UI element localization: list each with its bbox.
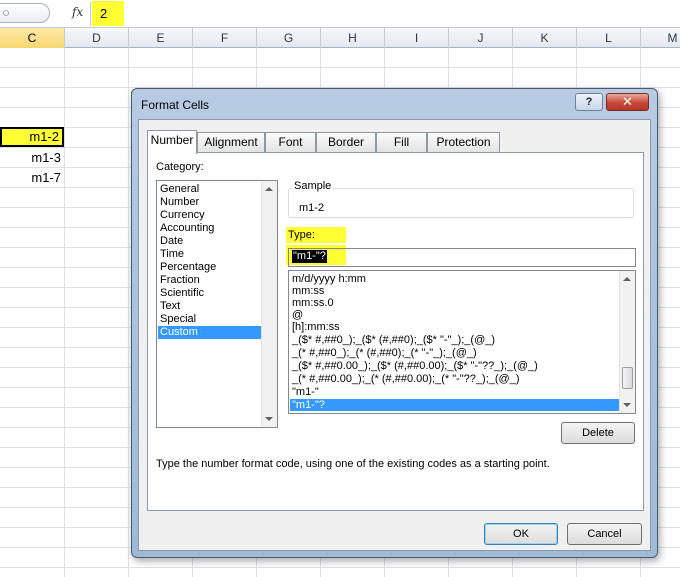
format-code-item[interactable]: _(* #,##0.00_);_(* (#,##0.00);_(* "-"??_… (290, 373, 619, 385)
tab-protection[interactable]: Protection (427, 132, 500, 152)
category-item[interactable]: Special (158, 313, 261, 326)
column-header-f[interactable]: F (193, 28, 257, 48)
sample-value: m1-2 (299, 202, 325, 214)
column-header-e[interactable]: E (129, 28, 193, 48)
ok-button[interactable]: OK (484, 523, 558, 545)
scroll-thumb[interactable] (622, 367, 633, 389)
delete-button[interactable]: Delete (561, 422, 635, 444)
format-code-item[interactable]: [h]:mm:ss (290, 321, 619, 333)
grid-line (0, 67, 680, 68)
formula-input[interactable]: 2 (92, 1, 124, 26)
formula-bar: fx 2 (0, 0, 680, 28)
cell-c[interactable]: m1-3 (0, 148, 64, 168)
column-header-j[interactable]: J (449, 28, 513, 48)
tab-number[interactable]: Number (147, 130, 197, 154)
category-item[interactable]: Time (158, 248, 261, 261)
scroll-down-icon[interactable] (265, 417, 273, 421)
category-item[interactable]: Scientific (158, 287, 261, 300)
type-input[interactable] (288, 248, 636, 267)
tab-fill[interactable]: Fill (376, 132, 427, 152)
dialog-body: Number Alignment Font Border Fill Protec… (138, 119, 651, 551)
cell-c-active[interactable]: m1-2 (0, 127, 64, 147)
format-code-item[interactable]: _($* #,##0.00_);_($* (#,##0.00);_($* "-"… (290, 360, 619, 372)
format-cells-dialog: Format Cells ? ✕ Number Alignment Font B… (131, 88, 658, 558)
format-code-item[interactable]: "m1-" (290, 386, 619, 398)
column-headers: C D E F G H I J K L M (0, 28, 680, 48)
format-code-item[interactable]: mm:ss.0 (290, 297, 619, 309)
column-header-i[interactable]: I (385, 28, 449, 48)
category-item[interactable]: Fraction (158, 274, 261, 287)
category-item[interactable]: Text (158, 300, 261, 313)
column-header-m[interactable]: M (641, 28, 680, 48)
category-item[interactable]: Date (158, 235, 261, 248)
column-header-d[interactable]: D (65, 28, 129, 48)
column-header-k[interactable]: K (513, 28, 577, 48)
tab-alignment[interactable]: Alignment (197, 132, 265, 152)
category-scrollbar[interactable] (261, 181, 277, 427)
name-box[interactable] (0, 3, 50, 23)
cancel-button[interactable]: Cancel (567, 523, 642, 545)
cell-c[interactable]: m1-7 (0, 168, 64, 188)
hint-text: Type the number format code, using one o… (156, 458, 550, 470)
help-button[interactable]: ? (575, 93, 603, 111)
column-header-l[interactable]: L (577, 28, 641, 48)
column-header-c[interactable]: C (0, 28, 65, 48)
category-item[interactable]: General (158, 183, 261, 196)
tab-border[interactable]: Border (316, 132, 376, 152)
format-code-item-selected[interactable]: "m1-"? (290, 399, 619, 411)
category-item[interactable]: Currency (158, 209, 261, 222)
category-label: Category: (156, 161, 204, 173)
scroll-up-icon[interactable] (623, 277, 631, 281)
scroll-up-icon[interactable] (265, 187, 273, 191)
category-item[interactable]: Number (158, 196, 261, 209)
category-item[interactable]: Percentage (158, 261, 261, 274)
tab-font[interactable]: Font (265, 132, 316, 152)
format-code-item[interactable]: @ (290, 309, 619, 321)
excel-window: fx 2 C D E F G H I J K L M m1-2 m1-3 m1-… (0, 0, 680, 577)
category-item-selected[interactable]: Custom (158, 326, 261, 339)
scroll-down-icon[interactable] (623, 403, 631, 407)
type-label: Type: (288, 229, 315, 241)
number-tab-panel: Category: General Number Currency Accoun… (147, 152, 644, 511)
dialog-title: Format Cells (141, 98, 210, 112)
formula-bar-divider (90, 2, 91, 26)
format-code-item[interactable]: _(* #,##0_);_(* (#,##0);_(* "-"_);_(@_) (290, 347, 619, 359)
category-list[interactable]: General Number Currency Accounting Date … (156, 180, 278, 428)
format-code-scrollbar[interactable] (619, 271, 635, 413)
column-header-h[interactable]: H (321, 28, 385, 48)
sample-label: Sample (292, 180, 334, 192)
close-button[interactable]: ✕ (606, 93, 649, 111)
type-input-value[interactable]: "m1-"? (292, 250, 327, 263)
format-code-item[interactable]: _($* #,##0_);_($* (#,##0);_($* "-"_);_(@… (290, 334, 619, 346)
category-item[interactable]: Accounting (158, 222, 261, 235)
sample-group (288, 188, 634, 218)
column-header-g[interactable]: G (257, 28, 321, 48)
insert-function-icon[interactable]: fx (72, 5, 83, 19)
grid-line (0, 567, 680, 568)
format-code-item[interactable]: mm:ss (290, 285, 619, 297)
format-code-item[interactable]: m/d/yyyy h:mm (290, 273, 619, 285)
name-box-dropdown-icon[interactable] (3, 10, 9, 16)
format-code-list[interactable]: m/d/yyyy h:mm mm:ss mm:ss.0 @ [h]:mm:ss … (288, 270, 636, 414)
